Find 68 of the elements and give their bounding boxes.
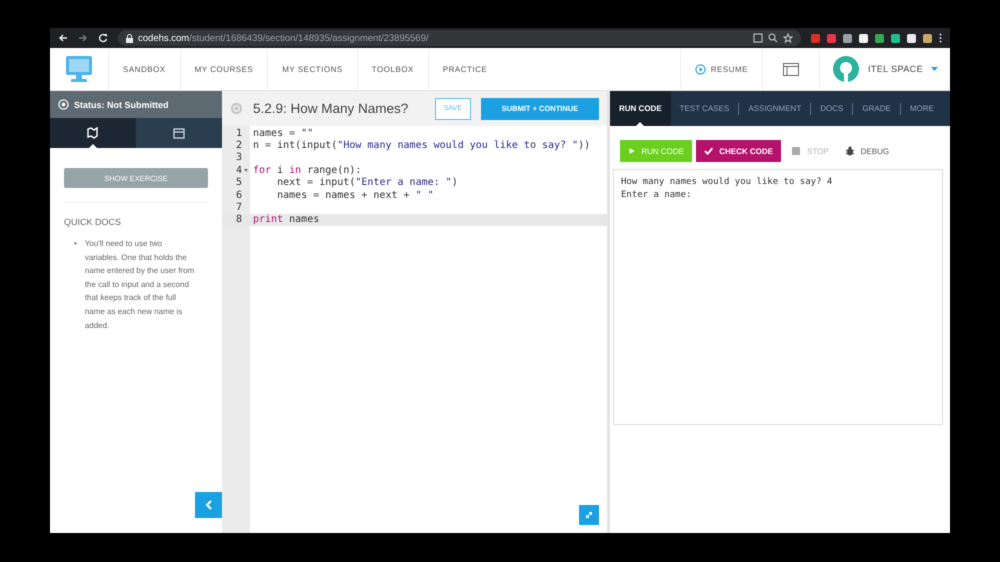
chevron-left-icon [204,500,212,510]
caret-icon[interactable] [931,66,938,72]
play-icon [694,64,706,74]
panel-tab[interactable]: TEST CASES [670,91,738,126]
stop-icon [791,146,801,156]
line-number: 4 [236,164,242,176]
expand-icon [585,510,593,520]
calendar-icon [172,126,186,140]
extension-icon[interactable] [843,34,852,42]
extension-icon[interactable] [907,34,916,42]
panel-tab[interactable]: MORE [900,91,943,126]
expand-button[interactable] [579,505,599,525]
forward-icon[interactable] [78,33,88,43]
line-number: 5 [236,177,242,188]
code-line: next = input("Enter a name: ") [276,177,458,188]
avatar-icon[interactable] [832,55,860,83]
lock-icon [126,34,133,42]
section-title: QUICK DOCS [64,217,122,227]
check-code-button[interactable]: CHECK CODE [696,140,781,162]
line-number: 2 [236,140,242,152]
line-number: 1 [236,128,242,139]
star-icon[interactable] [783,33,793,43]
code-line: print names [252,214,320,226]
user-name[interactable]: ITEL SPACE [868,64,923,74]
code-line: names = names + next + " " [276,190,434,201]
bug-icon [844,146,855,156]
zoom-icon[interactable] [768,33,778,43]
line-number: 8 [236,214,242,226]
nav-link[interactable]: SANDBOX [108,48,180,90]
checkmark-icon [704,146,714,156]
code-editor[interactable]: 1 names = "" 2 n = int(input("How many names would you like to say? ")) 3 4 for i in range(n): 5 next = input("Enter a name: ") 6 names = names + next + " " 7 8 print names [222,126,607,533]
menu-icon[interactable] [939,33,942,43]
bullet: • [74,238,77,250]
console-line: How many names would you like to say? 4 [621,176,834,189]
window-icon[interactable] [782,62,799,76]
address-bar[interactable]: codehs.com/student/1686439/section/148935/assignment/23895569/ [118,30,801,46]
nav-link[interactable]: MY SECTIONS [267,48,357,90]
nav-link[interactable]: TOOLBOX [356,48,428,90]
reload-icon[interactable] [98,33,108,43]
nav-link[interactable]: MY COURSES [180,48,268,90]
status-text: Status: Not Submitted [74,100,168,110]
exercise-title: 5.2.9: How Many Names? [253,101,410,116]
sidebar-tab[interactable] [50,118,136,148]
console-line: Enter a name: [621,189,692,202]
extension-icon[interactable] [923,34,932,42]
line-number: 6 [236,190,242,201]
extension-icon[interactable] [859,34,868,42]
panel-tab[interactable]: RUN CODE [610,91,671,126]
back-icon[interactable] [58,33,68,43]
collapse-button[interactable] [195,492,222,518]
fold-icon[interactable] [244,168,248,174]
line-number: 3 [236,152,242,164]
status-icon [58,99,69,110]
extension-icon[interactable] [891,34,900,42]
code-line: n = int(input("How many names would you like to say? ")) [252,140,590,152]
doc-tip: You'll need to use two variables. One that holds the name entered by the user from the call to input and a second that keeps track of the full name as each new name is added. [84,238,196,332]
map-icon [86,126,100,140]
code-line: names = "" [252,128,314,139]
status-icon [230,102,243,115]
resume-button[interactable]: RESUME [680,48,762,90]
code-line: for i in range(n): [252,164,362,176]
panel-tab[interactable]: GRADE [853,91,900,126]
debug-button[interactable]: DEBUG [838,140,896,162]
nav-link[interactable]: PRACTICE [428,48,502,90]
play-icon [628,146,636,156]
line-number: 7 [236,202,242,214]
panel-tab[interactable]: DOCS [811,91,852,126]
panel-tab[interactable]: ASSIGNMENT [739,91,810,126]
